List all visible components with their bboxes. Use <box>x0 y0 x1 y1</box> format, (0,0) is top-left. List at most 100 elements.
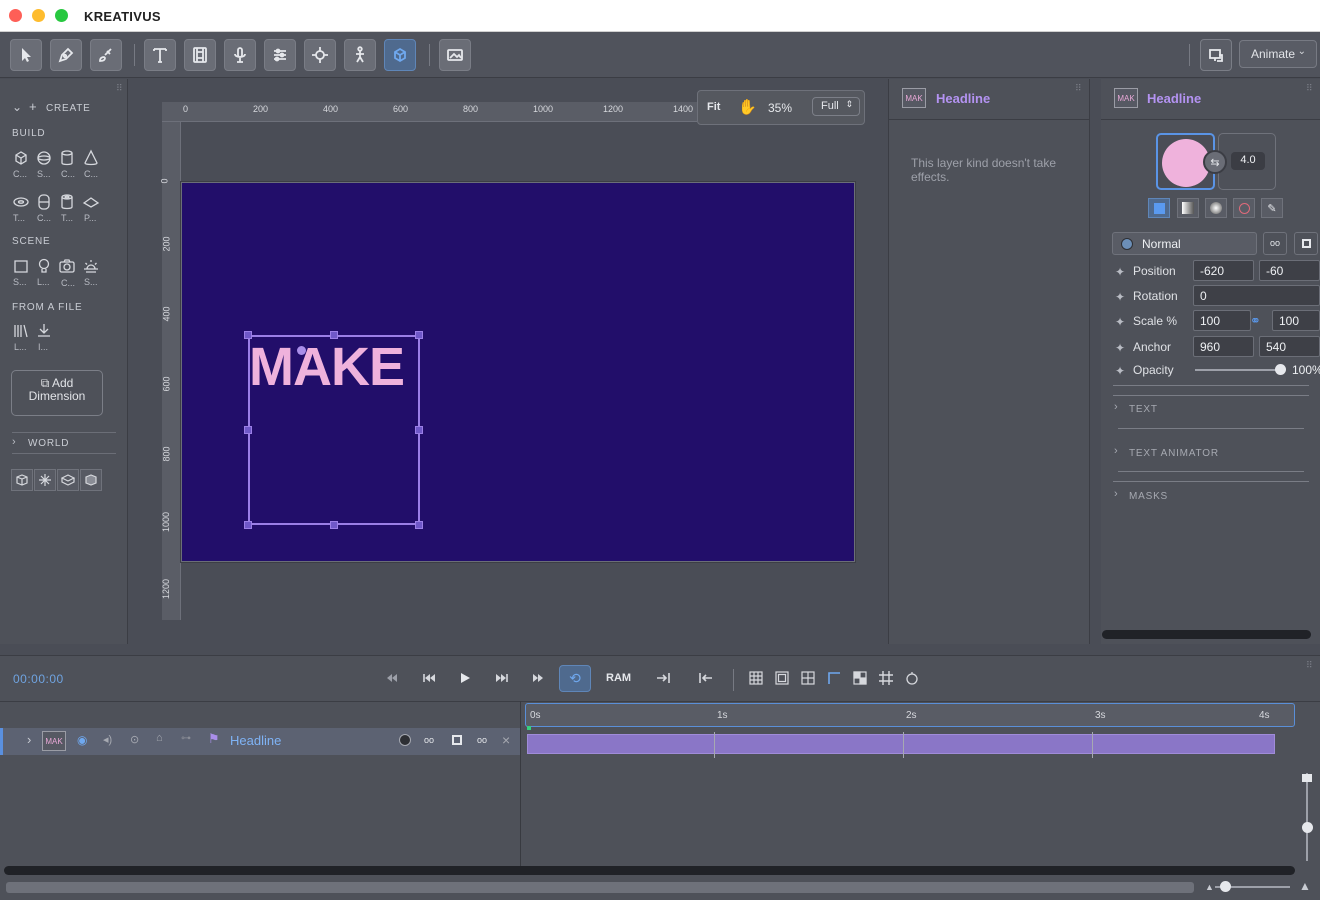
blend-mode-icon[interactable] <box>399 734 411 746</box>
chevron-right-icon[interactable]: › <box>1114 445 1118 457</box>
play-button[interactable] <box>456 669 474 687</box>
sun-icon[interactable] <box>82 257 100 275</box>
mask-toggle[interactable] <box>452 735 462 745</box>
anchor-point[interactable] <box>297 346 306 355</box>
chevron-right-icon[interactable]: › <box>27 732 31 747</box>
playhead-marker[interactable] <box>527 726 531 730</box>
link-toggle[interactable]: oo <box>424 735 434 745</box>
link-toggle[interactable]: oo <box>477 735 487 745</box>
keyframe-icon[interactable]: ✦ <box>1115 364 1127 378</box>
opacity-slider[interactable] <box>1195 369 1281 371</box>
image-tool-button[interactable] <box>439 39 471 71</box>
close-window-button[interactable] <box>9 9 22 22</box>
flag-icon[interactable]: ⚑ <box>208 731 220 747</box>
keyframe-icon[interactable]: ✦ <box>1115 290 1127 304</box>
solid-layer-icon[interactable] <box>12 257 30 275</box>
radial-gradient-button[interactable] <box>1205 198 1227 218</box>
light-bulb-icon[interactable] <box>35 257 53 275</box>
transform-handle[interactable] <box>244 521 252 529</box>
transform-handle[interactable] <box>244 426 252 434</box>
puppet-tool-button[interactable] <box>344 39 376 71</box>
eye-visibility-icon[interactable]: ◉ <box>77 733 87 747</box>
chevron-down-icon[interactable]: ⌄ <box>12 100 22 114</box>
vertical-slider-knob[interactable] <box>1302 822 1313 833</box>
fast-forward-button[interactable] <box>529 669 547 687</box>
plus-icon[interactable]: + <box>29 99 37 114</box>
transform-handle[interactable] <box>415 521 423 529</box>
first-frame-button[interactable] <box>420 669 438 687</box>
stroke-width-value[interactable]: 4.0 <box>1231 152 1265 170</box>
world-grid-button[interactable] <box>34 469 56 491</box>
speaker-icon[interactable]: ◂) <box>103 733 112 746</box>
torus-shape-icon[interactable] <box>12 193 30 211</box>
cylinder-shape-icon[interactable] <box>58 149 76 167</box>
camera-icon[interactable] <box>58 257 76 275</box>
preview-window-button[interactable] <box>1200 39 1232 71</box>
cube-shape-icon[interactable] <box>12 149 30 167</box>
time-ruler[interactable]: 0s 1s 2s 3s 4s <box>525 703 1295 727</box>
timeline-zoom-knob[interactable] <box>1220 881 1231 892</box>
eyedropper-button[interactable]: ✎ <box>1261 198 1283 218</box>
last-frame-button[interactable] <box>493 669 511 687</box>
chevron-right-icon[interactable]: › <box>12 436 16 448</box>
transform-handle[interactable] <box>415 331 423 339</box>
no-fill-button[interactable] <box>1233 198 1255 218</box>
rulers-button[interactable] <box>825 669 843 687</box>
scale-y-field[interactable]: 100 <box>1272 310 1320 331</box>
3d-tool-button[interactable] <box>384 39 416 71</box>
transform-handle[interactable] <box>330 521 338 529</box>
add-dimension-button[interactable]: ⧉ Add Dimension <box>11 370 103 416</box>
text-animator-section-toggle[interactable]: TEXT ANIMATOR <box>1129 448 1219 459</box>
motion-blur-button[interactable] <box>903 669 921 687</box>
anchor-y-field[interactable]: 540 <box>1259 336 1320 357</box>
chevron-right-icon[interactable]: › <box>1114 401 1118 413</box>
transform-handle[interactable] <box>330 331 338 339</box>
link-toggle-button[interactable]: oo <box>1263 232 1287 255</box>
transform-handle[interactable] <box>244 331 252 339</box>
plane-shape-icon[interactable] <box>82 193 100 211</box>
keyframe-icon[interactable]: ✦ <box>1115 341 1127 355</box>
blend-mode-select[interactable]: Normal <box>1112 232 1257 255</box>
remove-layer-button[interactable]: × <box>502 732 510 748</box>
inspector-scrollbar[interactable] <box>1102 630 1311 639</box>
selection-box[interactable] <box>248 335 420 525</box>
safe-zones-button[interactable] <box>773 669 791 687</box>
drag-handle-icon[interactable]: ⠿ <box>1075 83 1082 94</box>
workspace-mode-select[interactable]: Animate ⌄ <box>1239 40 1317 68</box>
timeline-split-divider[interactable] <box>520 701 521 866</box>
vertical-slider-top[interactable] <box>1302 774 1312 782</box>
pen-tool-button[interactable] <box>50 39 82 71</box>
timeline-horizontal-scroll[interactable] <box>6 882 1194 893</box>
target-tool-button[interactable] <box>304 39 336 71</box>
solid-fill-button[interactable] <box>1148 198 1170 218</box>
ram-preview-button[interactable]: RAM <box>606 672 631 684</box>
library-icon[interactable] <box>12 322 30 340</box>
world-shaded-button[interactable] <box>80 469 102 491</box>
set-out-point-button[interactable] <box>696 669 714 687</box>
stroke-swatch-button[interactable]: ⇆ 4.0 <box>1203 133 1276 190</box>
mic-tool-button[interactable] <box>224 39 256 71</box>
timeline-layer-name[interactable]: Headline <box>230 733 281 748</box>
set-in-point-button[interactable] <box>655 669 673 687</box>
tube-shape-icon[interactable] <box>58 193 76 211</box>
layer-duration-bar[interactable] <box>527 734 1275 754</box>
loop-toggle-button[interactable]: ⟲ <box>559 665 591 692</box>
opacity-slider-knob[interactable] <box>1275 364 1286 375</box>
scale-x-field[interactable]: 100 <box>1193 310 1251 331</box>
film-tool-button[interactable] <box>184 39 216 71</box>
adjust-tool-button[interactable] <box>264 39 296 71</box>
linear-gradient-button[interactable] <box>1177 198 1199 218</box>
crop-button[interactable] <box>877 669 895 687</box>
drag-handle-icon[interactable]: ⠿ <box>1306 83 1313 94</box>
drag-handle-icon[interactable]: ⠿ <box>116 83 123 94</box>
position-x-field[interactable]: -620 <box>1193 260 1254 281</box>
zoom-in-mountain-icon[interactable]: ▲ <box>1299 879 1311 893</box>
timeline-scrollbar[interactable] <box>4 866 1295 875</box>
brush-tool-button[interactable] <box>90 39 122 71</box>
chevron-right-icon[interactable]: › <box>1114 488 1118 500</box>
fit-button[interactable]: Fit <box>707 101 720 113</box>
keyframe-icon[interactable]: ✦ <box>1115 315 1127 329</box>
solo-icon[interactable]: ⊙ <box>130 733 139 746</box>
transparency-grid-button[interactable] <box>851 669 869 687</box>
timeline-zoom-vertical-slider[interactable] <box>1306 773 1308 861</box>
